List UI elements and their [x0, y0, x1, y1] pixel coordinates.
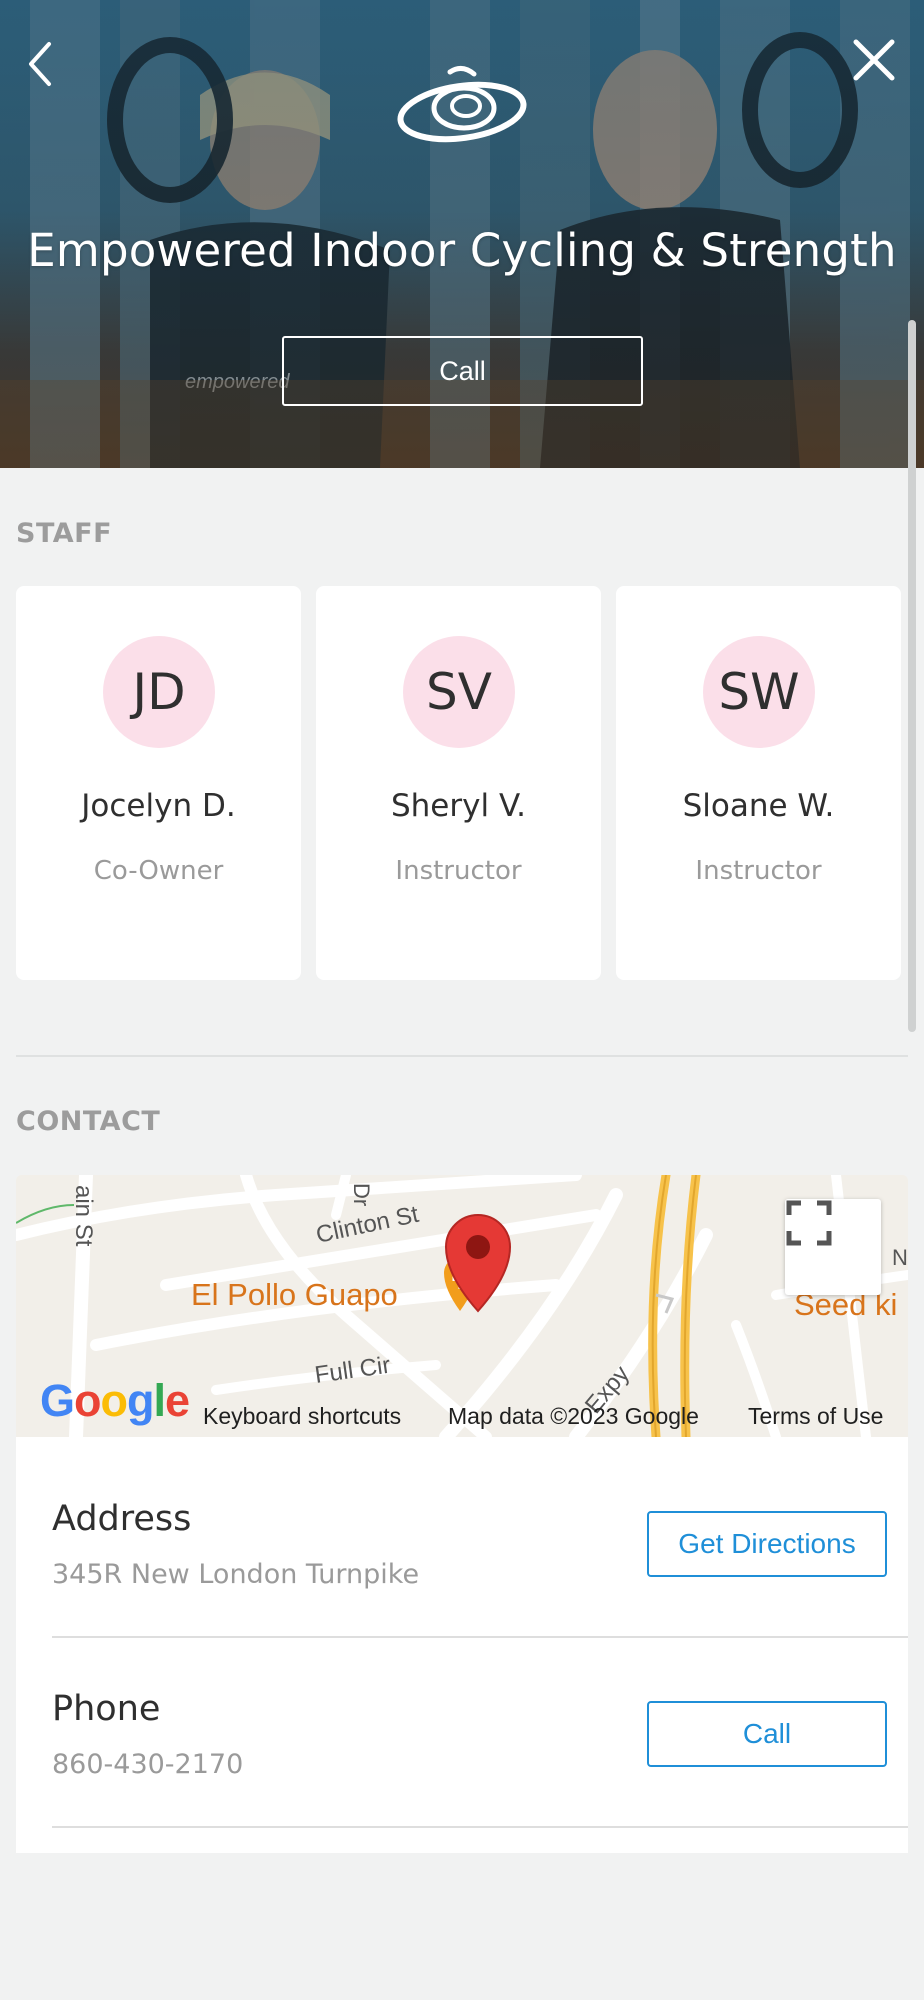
street-label: Dr: [349, 1183, 374, 1206]
map-data-attribution: Map data ©2023 Google: [448, 1403, 699, 1429]
staff-role: Instructor: [695, 856, 822, 886]
address-title: Address: [52, 1499, 192, 1539]
scrollbar-thumb[interactable]: [908, 320, 916, 1032]
street-label: ain St: [70, 1185, 97, 1247]
staff-card[interactable]: SW Sloane W. Instructor: [616, 586, 901, 980]
map-place-label[interactable]: El Pollo Guapo: [191, 1277, 398, 1313]
get-directions-button[interactable]: Get Directions: [647, 1511, 887, 1577]
studio-detail-page: empowered Empowered Indoor Cycling & Str…: [0, 0, 924, 2000]
section-divider: [16, 1055, 908, 1057]
studio-title: Empowered Indoor Cycling & Strength: [27, 224, 897, 277]
staff-list: JD Jocelyn D. Co-Owner SV Sheryl V. Inst…: [16, 586, 902, 980]
staff-name: Sloane W.: [682, 788, 835, 824]
address-row: Address 345R New London Turnpike Get Dir…: [52, 1437, 908, 1627]
staff-card[interactable]: SV Sheryl V. Instructor: [316, 586, 601, 980]
chevron-left-icon: [29, 42, 51, 86]
staff-name: Sheryl V.: [390, 788, 527, 824]
avatar: JD: [103, 636, 215, 748]
address-value: 345R New London Turnpike: [52, 1559, 420, 1590]
close-icon: [853, 39, 895, 81]
close-button[interactable]: [844, 30, 904, 90]
phone-call-button[interactable]: Call: [647, 1701, 887, 1767]
avatar: SW: [703, 636, 815, 748]
staff-role: Instructor: [395, 856, 522, 886]
phone-row: Phone 860-430-2170 Call: [52, 1627, 908, 1817]
contact-section-label: CONTACT: [16, 1106, 161, 1137]
terms-of-use-link[interactable]: Terms of Use: [748, 1403, 883, 1430]
phone-value[interactable]: 860-430-2170: [52, 1749, 243, 1780]
staff-name: Jocelyn D.: [81, 788, 236, 824]
staff-section-label: STAFF: [16, 518, 113, 549]
street-label: N: [892, 1245, 908, 1270]
spiral-logo-icon: [397, 66, 527, 143]
row-divider: [52, 1826, 908, 1828]
avatar: SV: [403, 636, 515, 748]
hero-call-button[interactable]: Call: [282, 336, 643, 406]
staff-role: Co-Owner: [93, 856, 224, 886]
map[interactable]: ain St Dr Clinton St Full Cir Expy N El …: [16, 1175, 908, 1437]
contact-card: Address 345R New London Turnpike Get Dir…: [16, 1437, 908, 1853]
fullscreen-icon: [786, 1200, 832, 1246]
map-fullscreen-button[interactable]: [785, 1199, 881, 1295]
keyboard-shortcuts-link[interactable]: Keyboard shortcuts: [203, 1403, 401, 1430]
hero-banner: empowered Empowered Indoor Cycling & Str…: [0, 0, 924, 468]
staff-card[interactable]: JD Jocelyn D. Co-Owner: [16, 586, 301, 980]
phone-title: Phone: [52, 1689, 161, 1729]
back-button[interactable]: [18, 36, 62, 92]
google-logo: Google: [40, 1375, 190, 1426]
